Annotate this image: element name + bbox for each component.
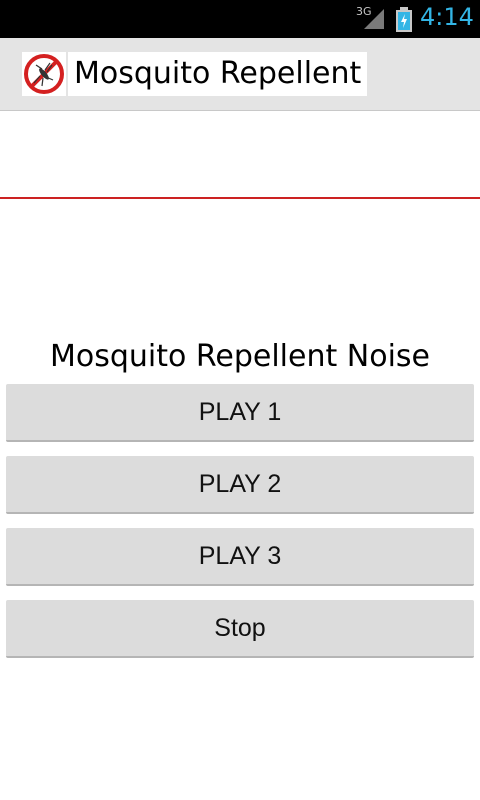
- play-2-button[interactable]: PLAY 2: [6, 456, 474, 514]
- status-bar: 3G 4:14: [0, 0, 480, 38]
- stop-button[interactable]: Stop: [6, 600, 474, 658]
- battery-charging-icon: [396, 7, 412, 32]
- play-1-button[interactable]: PLAY 1: [6, 384, 474, 442]
- status-clock: 4:14: [420, 3, 474, 31]
- play-3-button[interactable]: PLAY 3: [6, 528, 474, 586]
- no-mosquito-icon[interactable]: [22, 52, 66, 96]
- section-heading: Mosquito Repellent Noise: [49, 339, 431, 374]
- app-title: Mosquito Repellent: [74, 56, 362, 91]
- signal-icon: [364, 9, 384, 29]
- content-divider: [0, 197, 480, 199]
- action-bar-title-container: Mosquito Repellent: [68, 52, 368, 96]
